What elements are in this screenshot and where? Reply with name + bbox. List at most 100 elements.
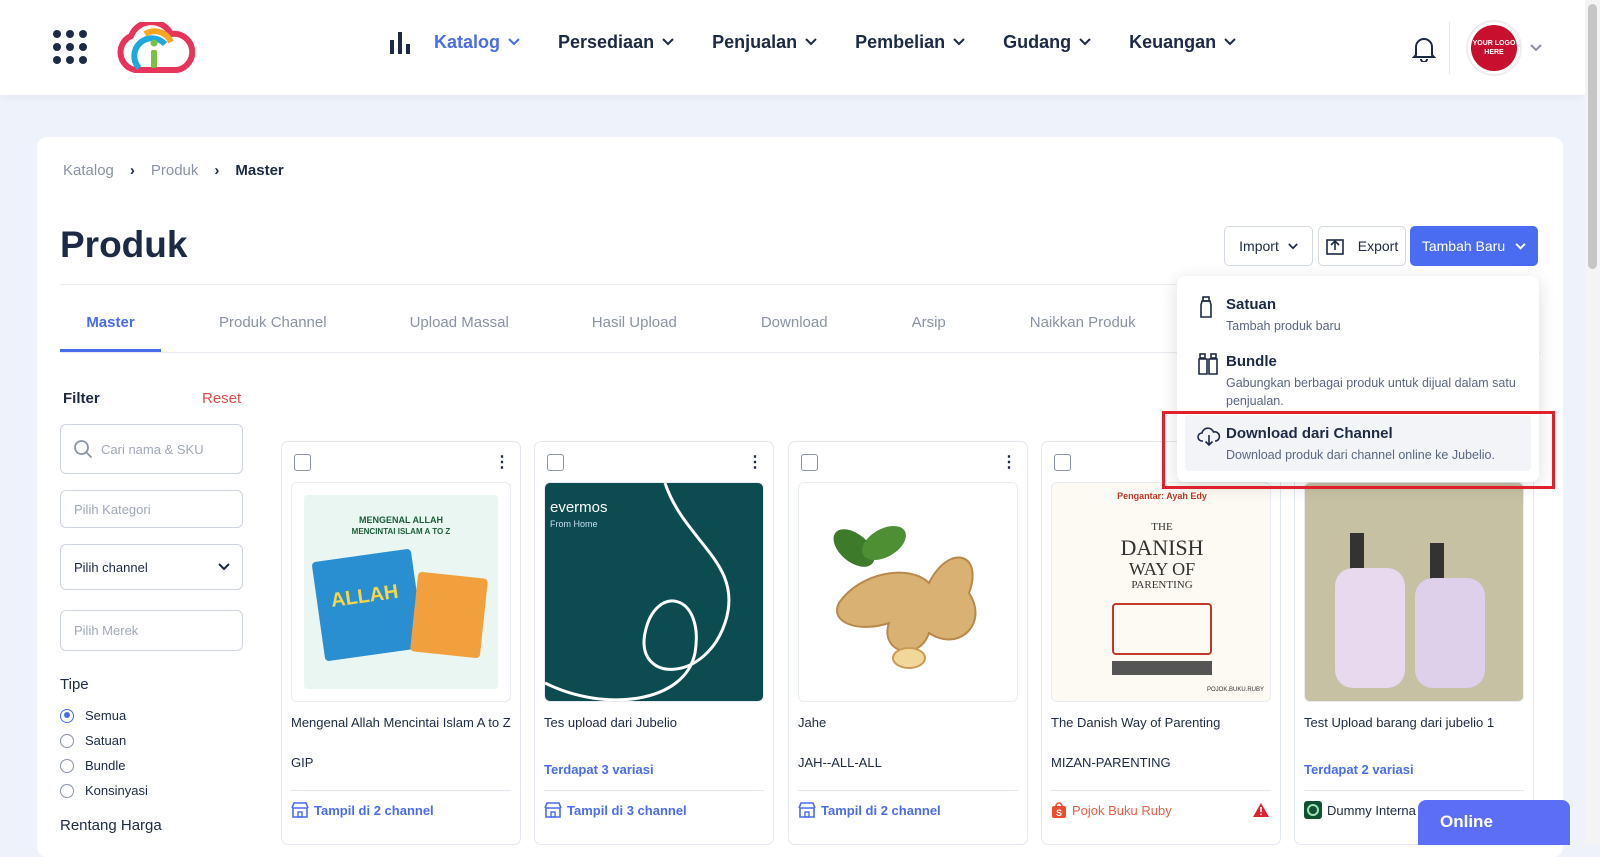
channel-logo-icon bbox=[1304, 801, 1322, 819]
warning-icon[interactable] bbox=[1252, 802, 1270, 818]
product-card[interactable]: Pengantar: Ayah Edy THE DANISH WAY OF PA… bbox=[1041, 441, 1281, 845]
scrollbar-thumb[interactable] bbox=[1588, 4, 1597, 269]
chevron-down-icon bbox=[662, 38, 674, 46]
product-checkbox[interactable] bbox=[294, 454, 311, 471]
nav-katalog[interactable]: Katalog bbox=[434, 32, 520, 53]
nav-persediaan[interactable]: Persediaan bbox=[558, 32, 674, 53]
top-navigation-bar: Katalog Persediaan Penjualan Pembelian G… bbox=[0, 0, 1585, 95]
tab-arsip[interactable]: Arsip bbox=[912, 300, 946, 352]
book-cover-text: PARENTING bbox=[1131, 579, 1193, 591]
more-options-icon[interactable]: ⋮ bbox=[1001, 452, 1017, 472]
channel-link[interactable]: S Pojok Buku Ruby bbox=[1051, 801, 1172, 819]
radio-semua[interactable]: Semua bbox=[60, 708, 126, 723]
dashboard-chart-icon[interactable] bbox=[388, 30, 412, 54]
chevron-down-icon bbox=[805, 38, 817, 46]
merek-input[interactable]: Pilih Merek bbox=[60, 610, 243, 651]
tab-bar: Master Produk Channel Upload Massal Hasi… bbox=[60, 300, 1136, 352]
product-name[interactable]: Mengenal Allah Mencintai Islam A to Z bbox=[291, 713, 511, 732]
book-cover-text: WAY OF bbox=[1128, 559, 1196, 579]
radio-satuan[interactable]: Satuan bbox=[60, 733, 126, 748]
tab-master[interactable]: Master bbox=[60, 300, 161, 352]
dropdown-item-satuan[interactable]: Satuan Tambah produk baru bbox=[1177, 296, 1539, 340]
chevron-down-icon bbox=[218, 563, 230, 571]
book-cover-text: Pengantar: Ayah Edy bbox=[1117, 491, 1207, 501]
product-name[interactable]: Tes upload dari Jubelio bbox=[544, 713, 764, 732]
channel-select[interactable]: Pilih channel bbox=[60, 544, 243, 590]
export-icon bbox=[1325, 239, 1344, 255]
channel-link[interactable]: Tampil di 2 channel bbox=[291, 801, 434, 819]
merek-placeholder: Pilih Merek bbox=[74, 623, 139, 638]
divider bbox=[798, 790, 1018, 791]
tab-produk-channel[interactable]: Produk Channel bbox=[219, 300, 327, 352]
tab-upload-massal[interactable]: Upload Massal bbox=[410, 300, 509, 352]
nav-gudang[interactable]: Gudang bbox=[1003, 32, 1091, 53]
tipe-title: Tipe bbox=[60, 676, 89, 693]
radio-button[interactable] bbox=[60, 783, 74, 798]
product-name[interactable]: The Danish Way of Parenting bbox=[1051, 713, 1271, 732]
search-input[interactable]: Cari nama & SKU bbox=[60, 424, 243, 474]
product-card[interactable]: ⋮ evermos From Home Tes upload dari Jube… bbox=[534, 441, 774, 845]
dropdown-item-bundle[interactable]: Bundle Gabungkan berbagai produk untuk d… bbox=[1177, 353, 1539, 411]
radio-button[interactable] bbox=[60, 758, 74, 773]
product-checkbox[interactable] bbox=[547, 454, 564, 471]
tab-hasil-upload[interactable]: Hasil Upload bbox=[592, 300, 677, 352]
chevron-down-icon[interactable] bbox=[1530, 44, 1542, 52]
apps-grid-icon[interactable] bbox=[53, 30, 87, 64]
nav-penjualan[interactable]: Penjualan bbox=[712, 32, 817, 53]
import-button[interactable]: Import bbox=[1224, 226, 1313, 266]
main-nav: Katalog Persediaan Penjualan Pembelian G… bbox=[388, 30, 1274, 54]
tab-naikkan-produk[interactable]: Naikkan Produk bbox=[1030, 300, 1136, 352]
channel-label: Dummy Interna bbox=[1327, 802, 1416, 818]
channel-link[interactable]: Tampil di 3 channel bbox=[544, 801, 687, 819]
divider bbox=[1449, 22, 1450, 74]
nav-label: Persediaan bbox=[558, 31, 655, 52]
product-sku: GIP bbox=[291, 755, 314, 770]
add-new-button[interactable]: Tambah Baru bbox=[1410, 226, 1538, 266]
book-band bbox=[1112, 661, 1212, 675]
online-chat-button[interactable]: Online bbox=[1418, 800, 1570, 845]
radio-button[interactable] bbox=[60, 708, 74, 723]
product-sku: MIZAN-PARENTING bbox=[1051, 755, 1171, 770]
radio-bundle[interactable]: Bundle bbox=[60, 758, 125, 773]
more-options-icon[interactable]: ⋮ bbox=[747, 452, 763, 472]
more-options-icon[interactable]: ⋮ bbox=[494, 452, 510, 472]
radio-button[interactable] bbox=[60, 733, 74, 748]
product-card[interactable]: ⋮ Jahe JAH--ALL-ALL Tampil di 2 channel bbox=[788, 441, 1028, 845]
radio-konsinyasi[interactable]: Konsinyasi bbox=[60, 783, 148, 798]
search-placeholder: Cari nama & SKU bbox=[101, 441, 204, 457]
lotion-bottles-illustration bbox=[1305, 483, 1523, 701]
product-checkbox[interactable] bbox=[1054, 454, 1071, 471]
breadcrumb-produk[interactable]: Produk bbox=[151, 162, 199, 179]
store-icon bbox=[544, 802, 562, 818]
add-new-label: Tambah Baru bbox=[1421, 238, 1506, 254]
product-variant-count[interactable]: Terdapat 2 variasi bbox=[1304, 762, 1414, 777]
product-variant-count[interactable]: Terdapat 3 variasi bbox=[544, 762, 654, 777]
avatar[interactable]: YOUR LOGO HERE bbox=[1466, 20, 1522, 76]
chevron-down-icon bbox=[1079, 38, 1091, 46]
nav-keuangan[interactable]: Keuangan bbox=[1129, 32, 1236, 53]
product-card[interactable]: ⋮ MENGENAL ALLAH MENCINTAI ISLAM A TO Z … bbox=[281, 441, 521, 845]
divider bbox=[1304, 790, 1524, 791]
channel-link[interactable]: Tampil di 2 channel bbox=[798, 801, 941, 819]
product-card[interactable]: Test Upload barang dari jubelio 1 Terdap… bbox=[1294, 441, 1534, 845]
notification-bell-icon[interactable] bbox=[1412, 36, 1436, 62]
breadcrumb-katalog[interactable]: Katalog bbox=[63, 162, 114, 179]
store-icon bbox=[291, 802, 309, 818]
channel-label: Tampil di 2 channel bbox=[314, 802, 434, 818]
decorative-swirl bbox=[545, 483, 731, 701]
product-name[interactable]: Jahe bbox=[798, 713, 1018, 732]
avatar-logo: YOUR LOGO HERE bbox=[1471, 25, 1517, 71]
jubelio-logo[interactable] bbox=[115, 22, 195, 74]
chevron-down-icon bbox=[953, 38, 965, 46]
tab-download[interactable]: Download bbox=[761, 300, 828, 352]
reset-link[interactable]: Reset bbox=[202, 390, 241, 407]
channel-label: Pojok Buku Ruby bbox=[1072, 802, 1172, 818]
product-name[interactable]: Test Upload barang dari jubelio 1 bbox=[1304, 713, 1524, 732]
nav-pembelian[interactable]: Pembelian bbox=[855, 32, 965, 53]
export-button[interactable]: Export bbox=[1318, 226, 1406, 266]
product-checkbox[interactable] bbox=[801, 454, 818, 471]
book-cover: MENGENAL ALLAH MENCINTAI ISLAM A TO Z AL… bbox=[304, 495, 498, 689]
dropdown-item-title: Bundle bbox=[1226, 353, 1277, 370]
channel-link[interactable]: Dummy Interna bbox=[1304, 801, 1416, 819]
kategori-input[interactable]: Pilih Kategori bbox=[60, 490, 243, 528]
